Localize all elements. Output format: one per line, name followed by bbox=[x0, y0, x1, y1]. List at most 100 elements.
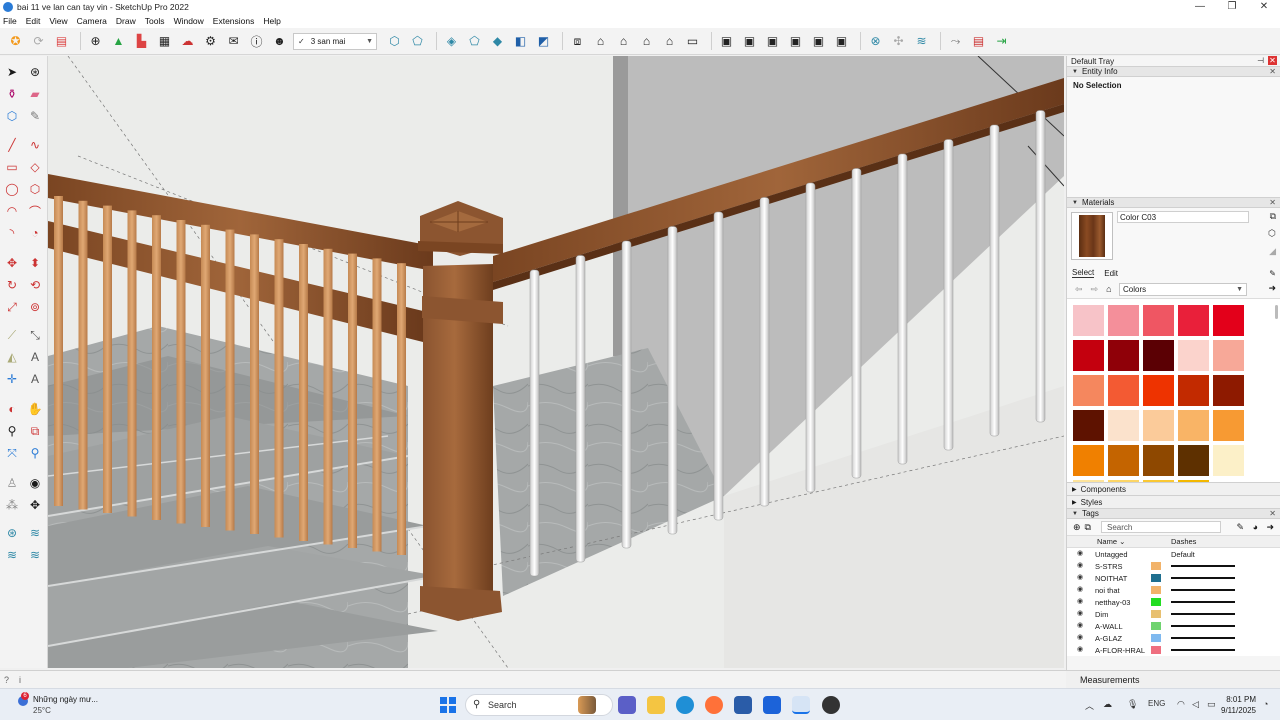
tag-row[interactable]: ◉ A-GLAZ bbox=[1067, 632, 1280, 644]
circle-icon[interactable]: ◯ bbox=[3, 180, 21, 198]
library-dropdown[interactable]: Colors ▼ bbox=[1119, 283, 1247, 296]
color-swatch[interactable] bbox=[1178, 445, 1209, 476]
back-arrow-icon[interactable]: ⇦ bbox=[1075, 284, 1083, 295]
color-swatch[interactable] bbox=[1213, 410, 1244, 441]
hidden-line-icon[interactable]: ◆ bbox=[488, 32, 507, 51]
sandbox-scratch-icon[interactable]: ≋ bbox=[26, 524, 44, 542]
zoom-icon[interactable]: ⚲ bbox=[3, 422, 21, 440]
color-swatch[interactable] bbox=[1213, 305, 1244, 336]
sketchup-taskbar-icon[interactable] bbox=[792, 696, 810, 714]
select-tool-icon[interactable]: ➤ bbox=[3, 63, 21, 81]
extension-warehouse-icon[interactable]: ▙ bbox=[132, 32, 151, 51]
visibility-eye-icon[interactable]: ◉ bbox=[1077, 549, 1083, 557]
dimension-icon[interactable]: ⤡ bbox=[26, 326, 44, 344]
color-swatch[interactable] bbox=[1108, 480, 1139, 482]
previous-view-icon[interactable]: ⚲ bbox=[26, 444, 44, 462]
measurements-box[interactable]: Measurements bbox=[1066, 670, 1280, 688]
sandbox-drape-icon[interactable]: ≋ bbox=[3, 546, 21, 564]
entity-info-header[interactable]: ▼ Entity Info ✕ bbox=[1067, 66, 1280, 77]
checker-icon[interactable]: ▦ bbox=[155, 32, 174, 51]
onedrive-icon[interactable]: ☁ bbox=[1103, 699, 1112, 710]
color-swatch[interactable] bbox=[1143, 410, 1174, 441]
add-icon[interactable]: ⊕ bbox=[86, 32, 105, 51]
getting-started-icon[interactable]: ✪ bbox=[6, 32, 25, 51]
microphone-icon[interactable]: 🎙 bbox=[1127, 699, 1138, 710]
three-point-arc-icon[interactable]: ◝ bbox=[3, 224, 21, 242]
scene-dropdown[interactable]: ✓ 3 san mai ▼ bbox=[293, 32, 377, 50]
tags-header[interactable]: ▼ Tags ✕ bbox=[1067, 508, 1280, 519]
info-icon[interactable]: ⓘ bbox=[247, 32, 266, 51]
visibility-eye-icon[interactable]: ◉ bbox=[1077, 645, 1083, 653]
iso-view-icon[interactable]: ⬡ bbox=[385, 32, 404, 51]
tag-dash-line[interactable] bbox=[1171, 649, 1235, 651]
solid-shell-icon[interactable]: ▣ bbox=[832, 32, 851, 51]
default-material-icon[interactable]: ⬡ bbox=[1268, 228, 1276, 239]
visibility-eye-icon[interactable]: ◉ bbox=[1077, 585, 1083, 593]
color-swatch[interactable] bbox=[1108, 340, 1139, 371]
tags-close-icon[interactable]: ✕ bbox=[1269, 509, 1276, 518]
tag-color-swatch[interactable] bbox=[1151, 646, 1161, 654]
column-name[interactable]: Name ⌄ bbox=[1097, 537, 1125, 546]
entity-info-close-icon[interactable]: ✕ bbox=[1269, 67, 1276, 76]
tag-row[interactable]: ◉ A-FLOR-HRAL bbox=[1067, 644, 1280, 656]
menu-file[interactable]: File bbox=[3, 16, 17, 26]
position-camera-icon[interactable]: ♙ bbox=[3, 474, 21, 492]
settings-icon[interactable]: ⚙ bbox=[201, 32, 220, 51]
report-icon[interactable]: ▤ bbox=[969, 32, 988, 51]
pie-icon[interactable]: ◔ bbox=[26, 224, 44, 242]
user-icon[interactable]: ☻ bbox=[270, 32, 289, 51]
left-camera-icon[interactable]: ▭ bbox=[683, 32, 702, 51]
solid-split-icon[interactable]: ▣ bbox=[809, 32, 828, 51]
wifi-icon[interactable]: ◠ bbox=[1177, 699, 1185, 710]
tag-color-swatch[interactable] bbox=[1151, 598, 1161, 606]
edge-icon[interactable] bbox=[676, 696, 694, 714]
color-swatch[interactable] bbox=[1073, 410, 1104, 441]
arc-icon[interactable]: ◠ bbox=[3, 202, 21, 220]
axes-icon[interactable]: ✛ bbox=[3, 370, 21, 388]
color-swatch[interactable] bbox=[1108, 410, 1139, 441]
top-view-icon[interactable]: ⬠ bbox=[408, 32, 427, 51]
solid-union-icon[interactable]: ▣ bbox=[717, 32, 736, 51]
wireframe-icon[interactable]: ⬠ bbox=[465, 32, 484, 51]
home-icon[interactable]: ⌂ bbox=[1106, 284, 1111, 294]
minimize-button[interactable]: — bbox=[1184, 0, 1216, 14]
back-camera-icon[interactable]: ⌂ bbox=[660, 32, 679, 51]
tag-dash-line[interactable] bbox=[1171, 613, 1235, 615]
components-header[interactable]: ▶ Components bbox=[1067, 482, 1280, 495]
color-swatch[interactable] bbox=[1213, 340, 1244, 371]
tag-color-swatch[interactable] bbox=[1151, 562, 1161, 570]
mail-icon[interactable]: ✉ bbox=[224, 32, 243, 51]
push-pull-icon[interactable]: ⬍ bbox=[26, 254, 44, 272]
menu-camera[interactable]: Camera bbox=[77, 16, 107, 26]
close-button[interactable]: ✕ bbox=[1248, 0, 1280, 14]
tag-row[interactable]: ◉ noi that bbox=[1067, 584, 1280, 596]
offset-icon[interactable]: ⊚ bbox=[26, 298, 44, 316]
color-swatch[interactable] bbox=[1073, 445, 1104, 476]
color-swatch[interactable] bbox=[1213, 375, 1244, 406]
palette-scrollbar[interactable] bbox=[1275, 305, 1278, 319]
orbit-3d-icon[interactable]: ⊛ bbox=[26, 63, 44, 81]
follow-me-icon[interactable]: ⟲ bbox=[26, 276, 44, 294]
solid-trim-icon[interactable]: ▣ bbox=[786, 32, 805, 51]
visibility-eye-icon[interactable]: ◉ bbox=[1077, 561, 1083, 569]
store-icon[interactable] bbox=[734, 696, 752, 714]
color-swatch[interactable] bbox=[1178, 480, 1209, 482]
color-swatch[interactable] bbox=[1178, 375, 1209, 406]
tag-row[interactable]: ◉ Untagged Default bbox=[1067, 548, 1280, 560]
move-icon[interactable]: ✥ bbox=[3, 254, 21, 272]
materials-header[interactable]: ▼ Materials ✕ bbox=[1067, 197, 1280, 208]
menu-edit[interactable]: Edit bbox=[26, 16, 41, 26]
pin-icon[interactable]: ⊣ bbox=[1257, 56, 1264, 65]
tag-dash-line[interactable] bbox=[1171, 589, 1235, 591]
shaded-icon[interactable]: ◧ bbox=[511, 32, 530, 51]
sandbox-icon[interactable]: ⊗ bbox=[866, 32, 885, 51]
color-swatch[interactable] bbox=[1143, 375, 1174, 406]
teams-icon[interactable] bbox=[618, 696, 636, 714]
tag-color-swatch[interactable] bbox=[1151, 586, 1161, 594]
sandbox-flip-icon[interactable]: ≋ bbox=[26, 546, 44, 564]
rectangle-icon[interactable]: ▭ bbox=[3, 158, 21, 176]
color-swatch[interactable] bbox=[1143, 305, 1174, 336]
tag-row[interactable]: ◉ Dim bbox=[1067, 608, 1280, 620]
sandbox-stamp-icon[interactable]: ≋ bbox=[912, 32, 931, 51]
warehouse-icon[interactable]: ▲ bbox=[109, 32, 128, 51]
